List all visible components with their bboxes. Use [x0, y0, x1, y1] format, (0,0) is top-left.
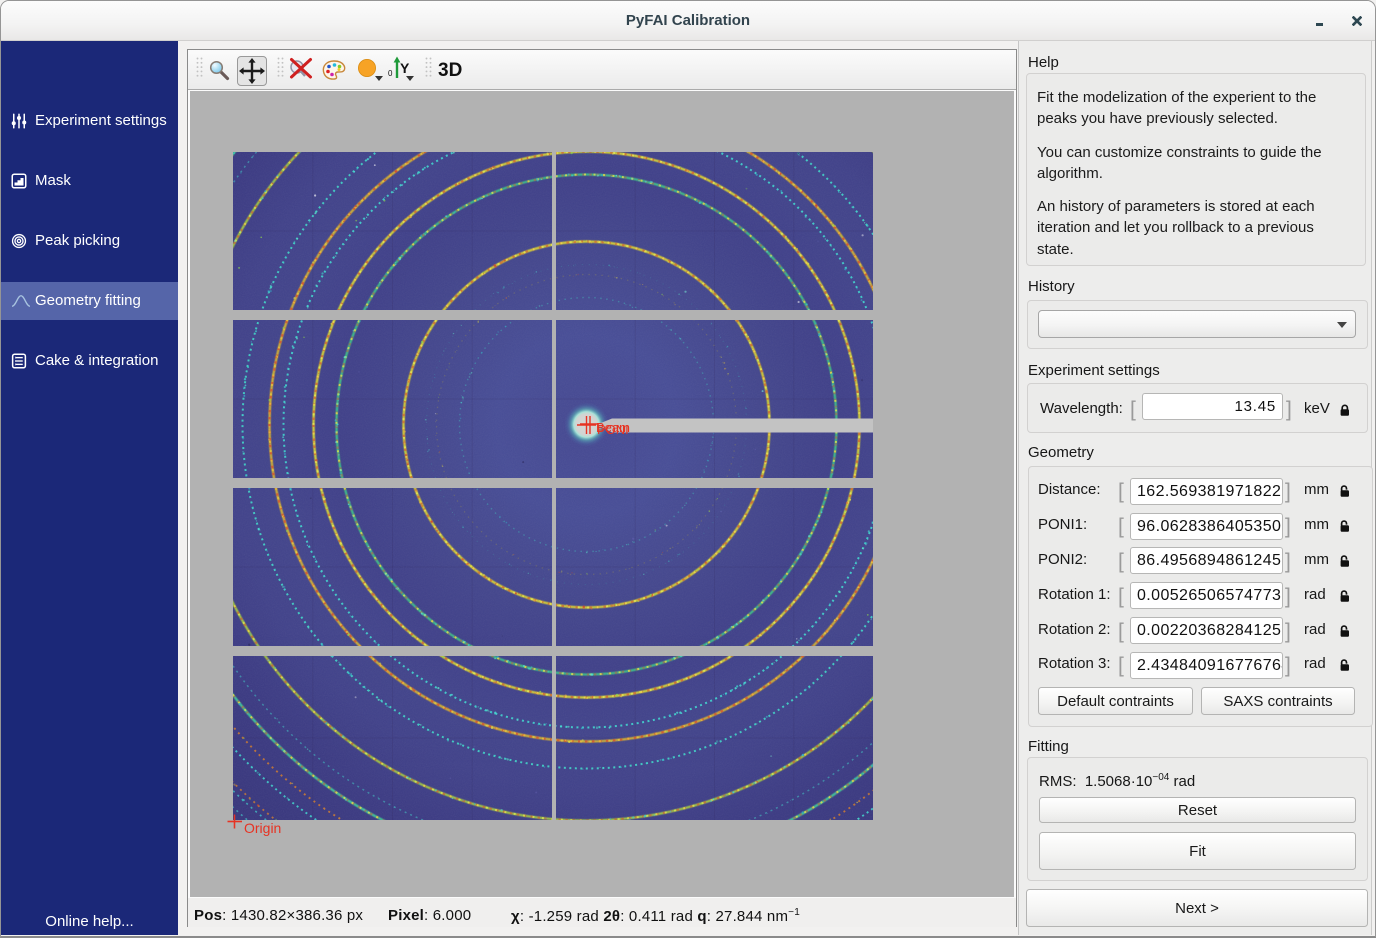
svg-text:Y: Y — [400, 60, 410, 76]
svg-text:Origin: Origin — [244, 820, 281, 836]
svg-text:0: 0 — [388, 69, 393, 78]
svg-text:PONI: PONI — [597, 422, 629, 437]
